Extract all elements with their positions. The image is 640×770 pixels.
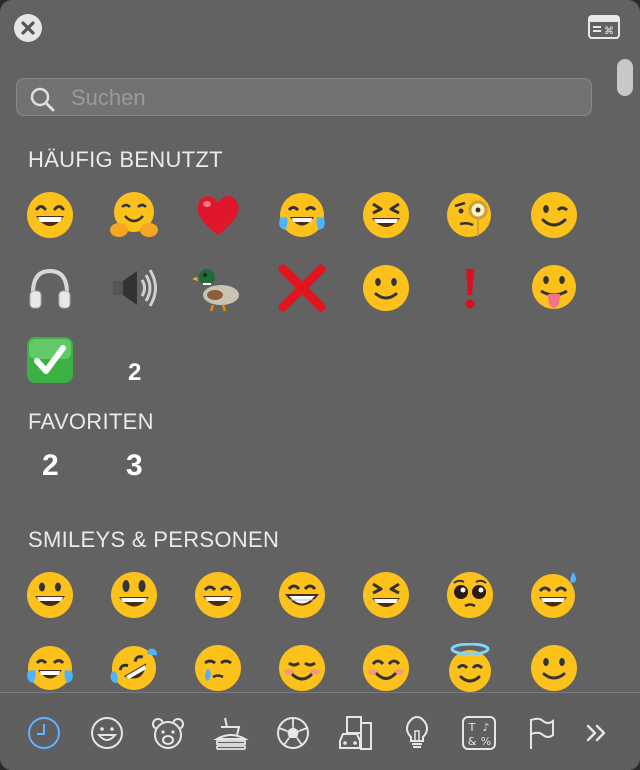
emoji-beaming-face[interactable] — [271, 564, 333, 626]
search-input[interactable] — [69, 79, 573, 117]
smiley-icon — [91, 717, 123, 749]
category-smileys[interactable] — [89, 715, 125, 751]
emoji-face-with-monocle[interactable] — [439, 184, 501, 246]
emoji-slightly-smiling-face-2[interactable] — [523, 637, 585, 699]
emoji-exclamation-mark[interactable] — [439, 257, 501, 319]
keyboard-viewer-icon: ⌘ — [588, 15, 620, 39]
emoji-red-heart[interactable] — [187, 184, 249, 246]
emoji-winking-face[interactable] — [523, 184, 585, 246]
emoji-grinning-squinting-eyes-face[interactable] — [355, 184, 417, 246]
emoji-picker-panel: ⌘ HÄUFIG BENUTZT — [0, 0, 640, 770]
emoji-grinning-squinting-face-2[interactable] — [355, 564, 417, 626]
emoji-check-mark-button[interactable] — [19, 329, 81, 391]
keyboard-viewer-button[interactable]: ⌘ — [588, 15, 620, 39]
category-more[interactable] — [580, 715, 616, 751]
svg-text:⌘: ⌘ — [604, 26, 614, 37]
emoji-slightly-smiling-face[interactable] — [355, 257, 417, 319]
emoji-hugging-face[interactable] — [103, 184, 165, 246]
lightbulb-icon — [406, 715, 428, 748]
emoji-grinning-squinting-face[interactable] — [19, 184, 81, 246]
category-flags[interactable] — [523, 715, 559, 751]
category-travel[interactable] — [337, 715, 373, 751]
svg-text:♪: ♪ — [482, 721, 489, 734]
emoji-headphones[interactable] — [19, 257, 81, 319]
emoji-grinning-face-big-eyes[interactable] — [103, 564, 165, 626]
close-button[interactable] — [14, 14, 42, 42]
emoji-cross-mark[interactable] — [271, 257, 333, 319]
section-title-frequent: HÄUFIG BENUTZT — [28, 147, 223, 172]
car-building-icon — [339, 716, 372, 750]
emoji-grinning-face[interactable] — [19, 564, 81, 626]
bear-icon — [152, 718, 184, 749]
category-objects[interactable] — [399, 715, 435, 751]
favorite-item-1[interactable]: 2 — [42, 449, 59, 483]
emoji-face-with-tears-of-joy-2[interactable] — [19, 637, 81, 699]
category-bar: T ♪ & % — [0, 692, 640, 770]
emoji-grinning-face-with-sweat[interactable] — [523, 564, 585, 626]
emoji-grinning-face-smiling-eyes[interactable] — [187, 564, 249, 626]
scrollbar-thumb[interactable] — [617, 59, 633, 96]
emoji-smiling-face-with-halo[interactable] — [439, 637, 501, 699]
search-icon — [30, 87, 55, 112]
burger-drink-icon — [213, 717, 249, 750]
svg-text:%: % — [481, 735, 491, 748]
emoji-rolling-on-floor-laughing[interactable] — [103, 637, 165, 699]
section-title-smileys: SMILEYS & PERSONEN — [28, 527, 280, 552]
emoji-face-with-tongue[interactable] — [523, 257, 585, 319]
frequent-number-item[interactable]: 2 — [128, 359, 141, 387]
svg-text:&: & — [468, 735, 477, 748]
svg-text:T: T — [468, 721, 476, 734]
symbols-icon: T ♪ & % — [462, 716, 496, 750]
emoji-face-holding-back-tears[interactable] — [187, 637, 249, 699]
chevron-double-right-icon — [586, 724, 606, 742]
section-title-favorites: FAVORITEN — [28, 409, 154, 434]
emoji-smiling-face-with-smiling-eyes[interactable] — [355, 637, 417, 699]
emoji-speaker-high-volume[interactable] — [103, 257, 165, 319]
category-recent[interactable] — [26, 715, 62, 751]
emoji-face-with-tears-of-joy[interactable] — [271, 184, 333, 246]
category-food[interactable] — [213, 715, 249, 751]
flag-icon — [530, 717, 554, 749]
soccer-ball-icon — [277, 717, 309, 749]
close-icon — [21, 21, 35, 35]
search-field[interactable] — [16, 78, 592, 117]
favorite-item-2[interactable]: 3 — [126, 449, 143, 483]
emoji-pleading-face[interactable] — [439, 564, 501, 626]
emoji-duck[interactable] — [187, 257, 249, 319]
category-symbols[interactable]: T ♪ & % — [461, 715, 497, 751]
emoji-smiling-face[interactable] — [271, 637, 333, 699]
category-activity[interactable] — [275, 715, 311, 751]
category-animals[interactable] — [150, 715, 186, 751]
clock-icon — [28, 717, 60, 749]
